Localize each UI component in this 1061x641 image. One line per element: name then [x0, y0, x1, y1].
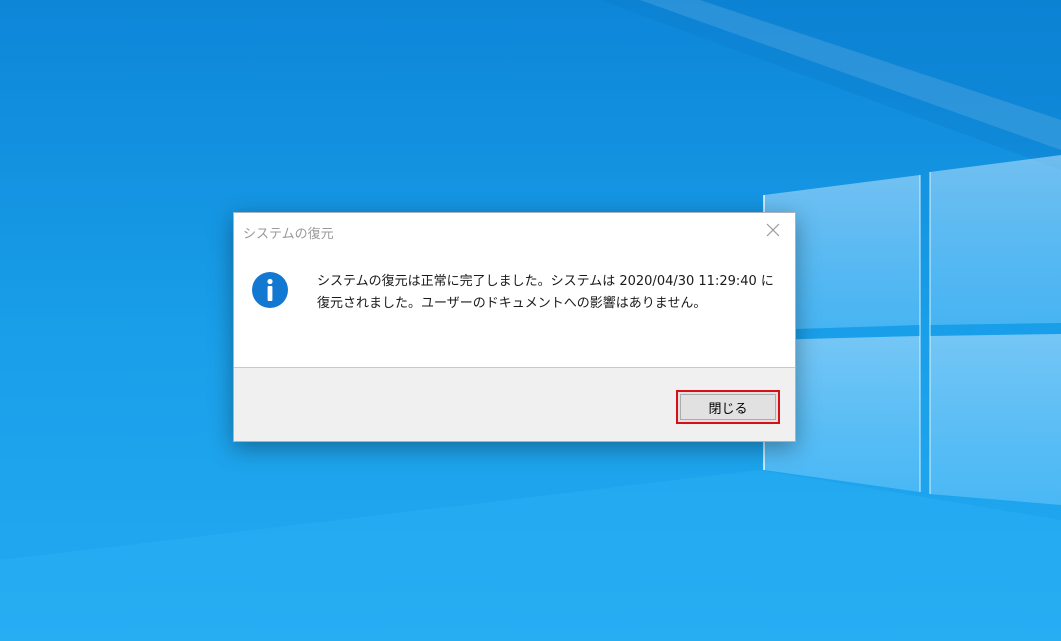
- titlebar-close-button[interactable]: [751, 213, 795, 247]
- close-button[interactable]: 閉じる: [676, 390, 780, 424]
- dialog-content: システムの復元は正常に完了しました。システムは 2020/04/30 11:29…: [234, 249, 795, 367]
- close-icon: [766, 223, 780, 237]
- message-line-1: システムの復元は正常に完了しました。システムは 2020/04/30 11:29…: [317, 274, 774, 289]
- close-button-label: 閉じる: [708, 401, 748, 417]
- message-line-2: 復元されました。ユーザーのドキュメントへの影響はありません。: [317, 296, 707, 311]
- dialog-title: システムの復元: [243, 227, 334, 242]
- desktop-background: システムの復元 システムの復元は正常に完了しました。システムは 2020/04/…: [0, 0, 1061, 641]
- info-icon: [252, 272, 288, 308]
- dialog-message: システムの復元は正常に完了しました。システムは 2020/04/30 11:29…: [317, 271, 777, 315]
- dialog-titlebar[interactable]: システムの復元: [234, 213, 795, 249]
- system-restore-dialog: システムの復元 システムの復元は正常に完了しました。システムは 2020/04/…: [233, 212, 796, 442]
- dialog-footer: 閉じる: [234, 367, 795, 441]
